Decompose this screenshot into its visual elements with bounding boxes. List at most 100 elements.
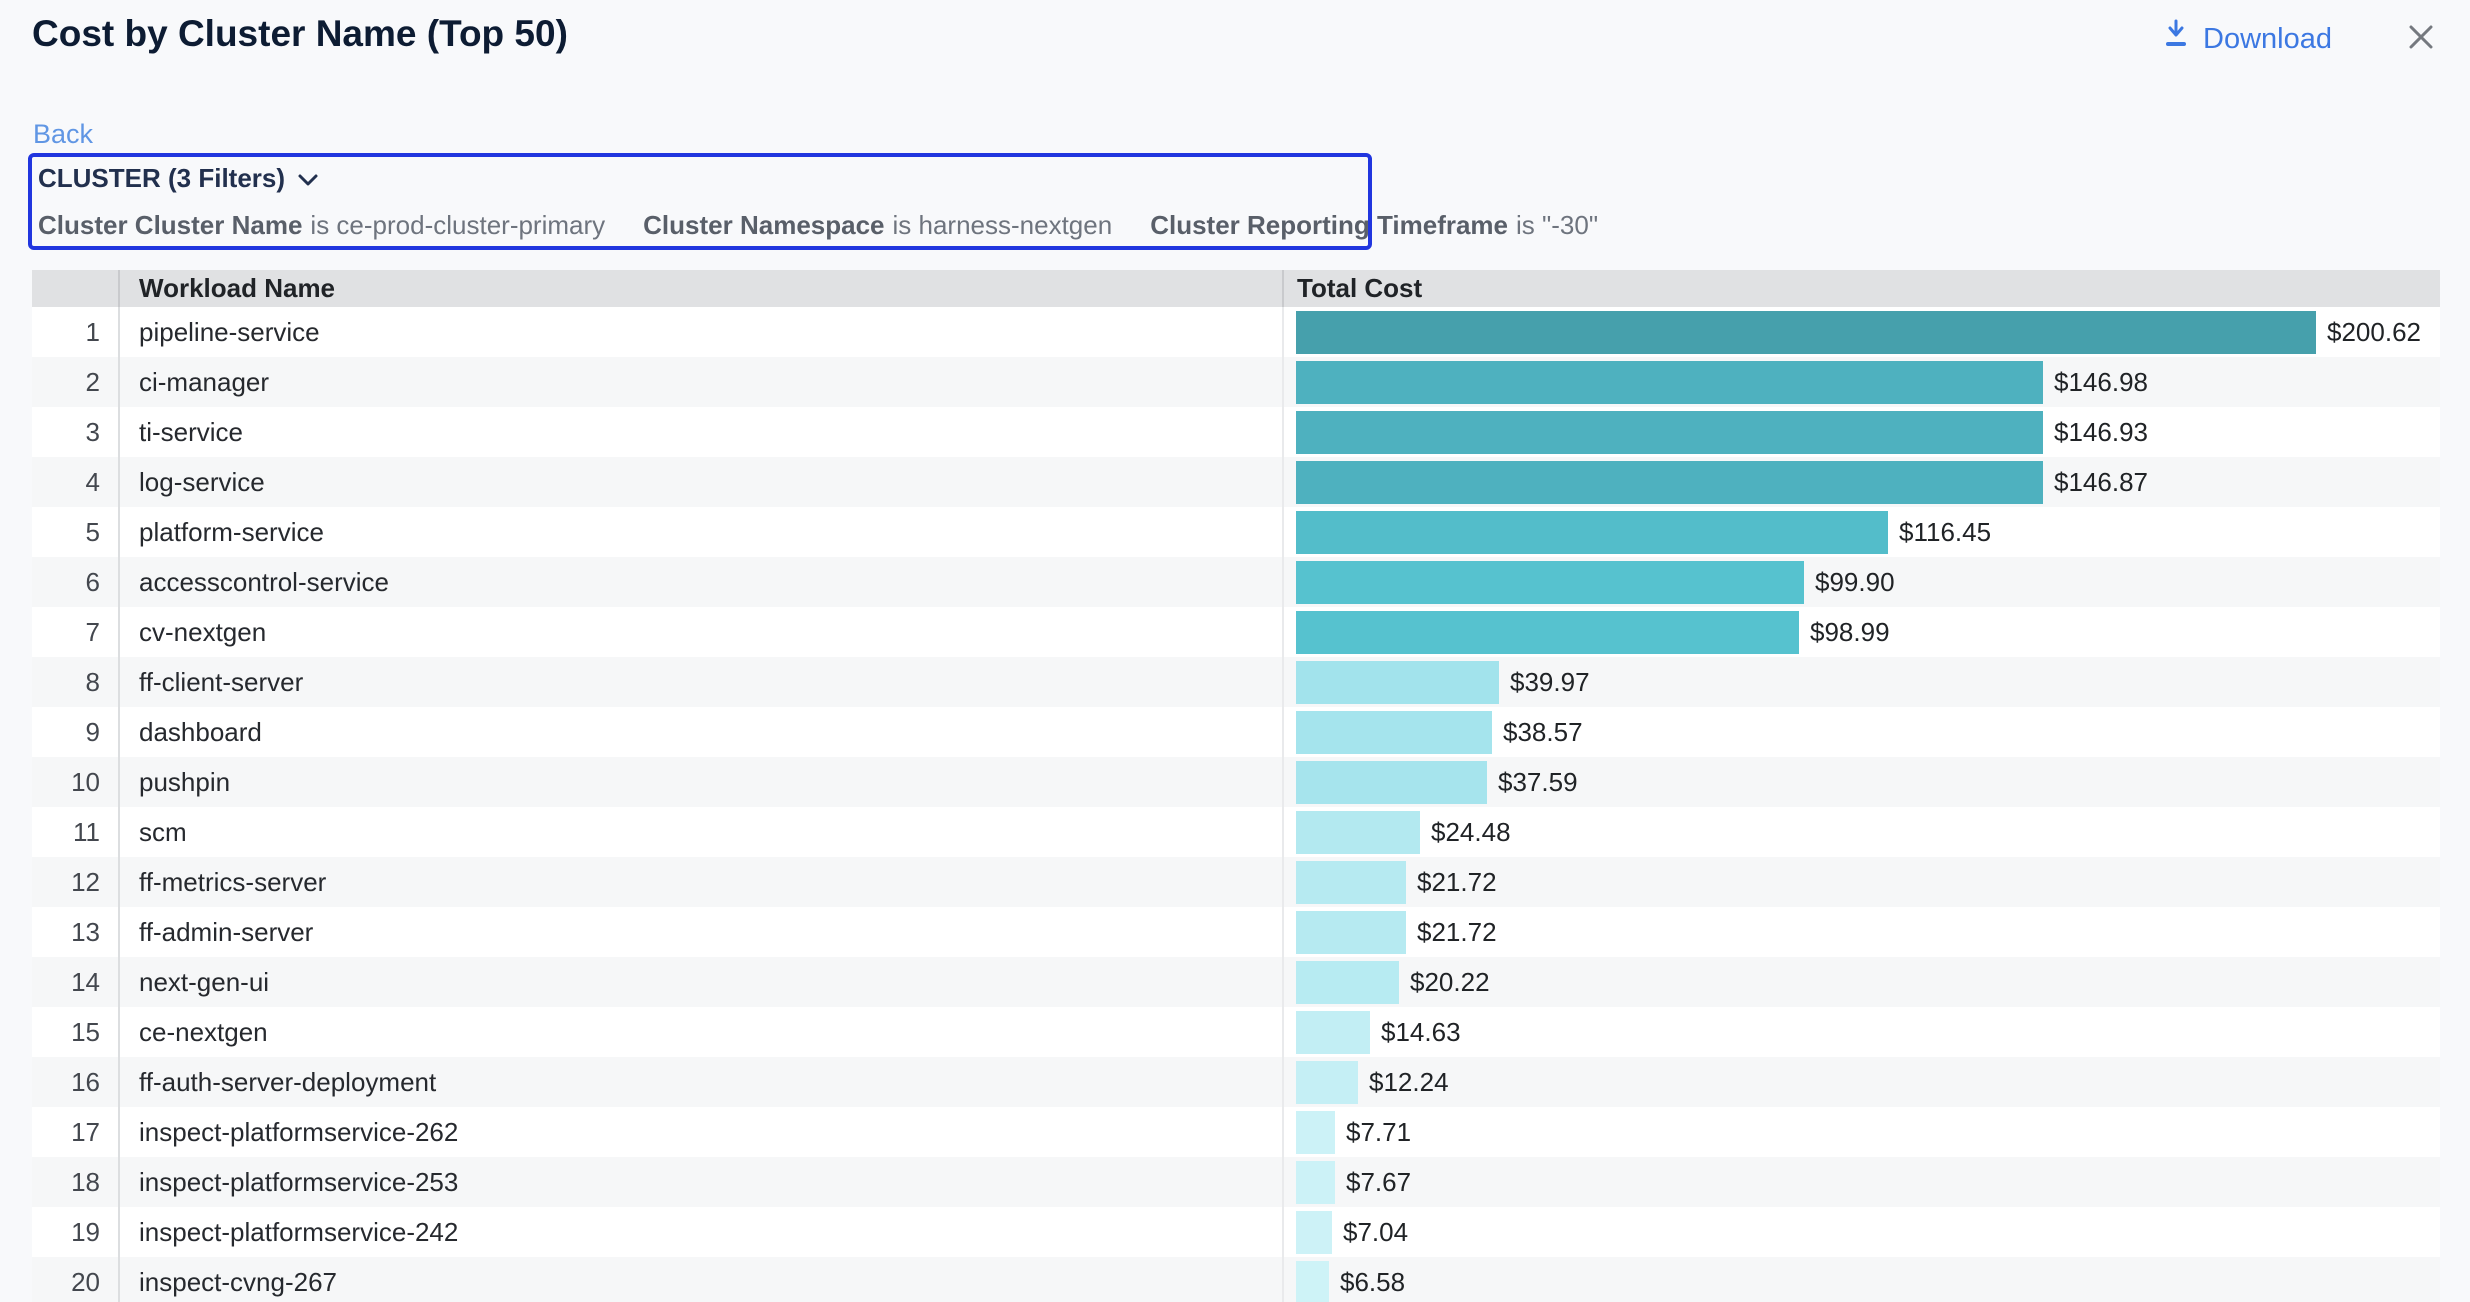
workload-name: inspect-cvng-267	[118, 1257, 1282, 1302]
cost-value: $38.57	[1503, 717, 1583, 748]
workload-name: dashboard	[118, 707, 1282, 757]
filter-condition-value: is "-30"	[1516, 210, 1598, 240]
total-cost-cell: $6.58	[1282, 1257, 2440, 1302]
table-row: 4 log-service $146.87	[32, 457, 2440, 507]
workload-name: ce-nextgen	[118, 1007, 1282, 1057]
cost-bar	[1296, 761, 1487, 804]
filter-condition-value: is harness-nextgen	[893, 210, 1113, 240]
total-cost-cell: $21.72	[1282, 857, 2440, 907]
row-rank: 13	[32, 907, 118, 957]
row-rank: 5	[32, 507, 118, 557]
workload-name: cv-nextgen	[118, 607, 1282, 657]
download-label: Download	[2203, 20, 2332, 58]
close-button[interactable]	[2400, 18, 2442, 60]
filter-condition[interactable]: Cluster Namespaceis harness-nextgen	[643, 210, 1112, 241]
row-rank: 17	[32, 1107, 118, 1157]
row-rank: 12	[32, 857, 118, 907]
row-rank: 4	[32, 457, 118, 507]
filter-panel: CLUSTER (3 Filters) Cluster Cluster Name…	[28, 153, 1372, 250]
table-row: 17 inspect-platformservice-262 $7.71	[32, 1107, 2440, 1157]
workload-name: inspect-platformservice-262	[118, 1107, 1282, 1157]
cost-bar	[1296, 1261, 1329, 1302]
total-cost-cell: $37.59	[1282, 757, 2440, 807]
row-rank: 2	[32, 357, 118, 407]
download-icon	[2160, 17, 2192, 61]
row-rank: 20	[32, 1257, 118, 1302]
total-cost-cell: $116.45	[1282, 507, 2440, 557]
workload-name: next-gen-ui	[118, 957, 1282, 1007]
cost-bar	[1296, 461, 2043, 504]
table-row: 19 inspect-platformservice-242 $7.04	[32, 1207, 2440, 1257]
workload-name: ci-manager	[118, 357, 1282, 407]
cost-value: $116.45	[1899, 517, 1991, 548]
row-rank: 10	[32, 757, 118, 807]
back-link[interactable]: Back	[33, 119, 93, 149]
table-row: 2 ci-manager $146.98	[32, 357, 2440, 407]
workload-name: ff-admin-server	[118, 907, 1282, 957]
row-rank: 7	[32, 607, 118, 657]
cost-value: $146.93	[2054, 417, 2148, 448]
cost-value: $39.97	[1510, 667, 1590, 698]
cost-bar	[1296, 611, 1799, 654]
cost-bar	[1296, 1061, 1358, 1104]
filter-group-toggle[interactable]: CLUSTER (3 Filters)	[38, 162, 1368, 194]
download-button[interactable]: Download	[2160, 20, 2332, 58]
filter-condition[interactable]: Cluster Cluster Nameis ce-prod-cluster-p…	[38, 210, 605, 241]
table-row: 10 pushpin $37.59	[32, 757, 2440, 807]
cost-value: $146.98	[2054, 367, 2148, 398]
total-cost-cell: $21.72	[1282, 907, 2440, 957]
cost-bar	[1296, 711, 1492, 754]
workload-name: pipeline-service	[118, 307, 1282, 357]
workload-name: pushpin	[118, 757, 1282, 807]
table-row: 16 ff-auth-server-deployment $12.24	[32, 1057, 2440, 1107]
total-cost-cell: $38.57	[1282, 707, 2440, 757]
table-row: 13 ff-admin-server $21.72	[32, 907, 2440, 957]
cost-bar	[1296, 1011, 1370, 1054]
chevron-down-icon	[297, 163, 319, 194]
total-cost-cell: $146.87	[1282, 457, 2440, 507]
workload-name: ff-auth-server-deployment	[118, 1057, 1282, 1107]
row-rank: 11	[32, 807, 118, 857]
row-rank: 3	[32, 407, 118, 457]
cost-bar	[1296, 1161, 1335, 1204]
cost-bar	[1296, 561, 1804, 604]
cost-bar	[1296, 861, 1406, 904]
cost-value: $98.99	[1810, 617, 1890, 648]
cost-bar	[1296, 961, 1399, 1004]
filter-condition[interactable]: Cluster Reporting Timeframeis "-30"	[1150, 210, 1598, 241]
total-cost-cell: $24.48	[1282, 807, 2440, 857]
row-rank: 6	[32, 557, 118, 607]
cost-bar	[1296, 811, 1420, 854]
row-rank: 19	[32, 1207, 118, 1257]
cost-value: $14.63	[1381, 1017, 1461, 1048]
table-scroll-area[interactable]: 1 pipeline-service $200.62 2 ci-manager …	[32, 307, 2440, 1302]
total-cost-column-header: Total Cost	[1282, 270, 2440, 307]
table-row: 8 ff-client-server $39.97	[32, 657, 2440, 707]
table-row: 3 ti-service $146.93	[32, 407, 2440, 457]
cost-value: $7.71	[1346, 1117, 1411, 1148]
cost-bar	[1296, 511, 1888, 554]
table-row: 5 platform-service $116.45	[32, 507, 2440, 557]
total-cost-cell: $146.93	[1282, 407, 2440, 457]
row-rank: 16	[32, 1057, 118, 1107]
row-rank: 8	[32, 657, 118, 707]
total-cost-cell: $12.24	[1282, 1057, 2440, 1107]
row-rank: 9	[32, 707, 118, 757]
rank-column-header	[32, 270, 118, 307]
row-rank: 18	[32, 1157, 118, 1207]
workload-name: ff-client-server	[118, 657, 1282, 707]
filter-condition-field: Cluster Cluster Name	[38, 210, 302, 240]
table-row: 7 cv-nextgen $98.99	[32, 607, 2440, 657]
total-cost-cell: $146.98	[1282, 357, 2440, 407]
table-row: 1 pipeline-service $200.62	[32, 307, 2440, 357]
cost-value: $37.59	[1498, 767, 1578, 798]
cost-bar	[1296, 1211, 1332, 1254]
total-cost-cell: $14.63	[1282, 1007, 2440, 1057]
cost-value: $99.90	[1815, 567, 1895, 598]
table-row: 15 ce-nextgen $14.63	[32, 1007, 2440, 1057]
table-row: 18 inspect-platformservice-253 $7.67	[32, 1157, 2440, 1207]
table-row: 6 accesscontrol-service $99.90	[32, 557, 2440, 607]
table-header-row: Workload Name Total Cost	[32, 270, 2440, 307]
cost-bar	[1296, 361, 2043, 404]
total-cost-cell: $7.04	[1282, 1207, 2440, 1257]
